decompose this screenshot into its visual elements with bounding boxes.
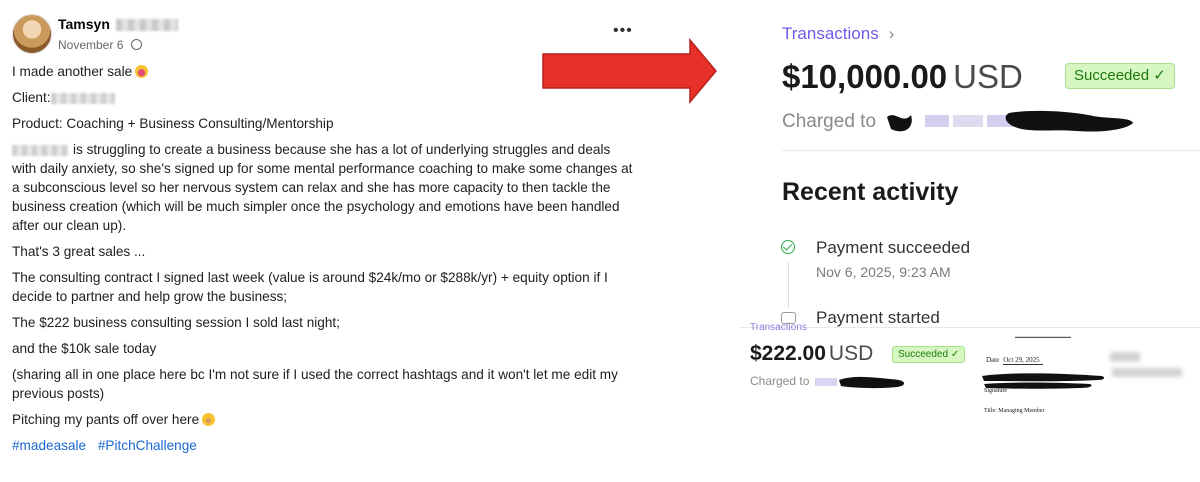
- author-name[interactable]: Tamsyn: [58, 16, 178, 32]
- post-line-sale3: and the $10k sale today: [12, 341, 157, 356]
- post-line-note: (sharing all in one place here bc I'm no…: [12, 367, 618, 401]
- transaction-amount-small: $222.00 USD: [750, 342, 874, 365]
- author-avatar[interactable]: [12, 14, 52, 54]
- post-line-sale1: The consulting contract I signed last we…: [12, 270, 608, 304]
- breadcrumb-transactions[interactable]: Transactions ›: [782, 24, 894, 44]
- post-line-summary: That's 3 great sales ...: [12, 244, 146, 259]
- redacted-surname: [115, 19, 178, 32]
- author-name-text[interactable]: Tamsyn: [58, 16, 110, 32]
- transaction-amount: $10,000.00 USD: [782, 58, 1023, 95]
- recent-activity-heading: Recent activity: [782, 178, 959, 206]
- red-arrow-icon: [542, 38, 717, 104]
- activity-item-label: Payment started: [816, 308, 940, 327]
- status-badge: Succeeded ✓: [1065, 63, 1175, 89]
- hashtags: #madeasale #PitchChallenge: [12, 436, 637, 455]
- currency-label-small: USD: [828, 342, 874, 365]
- blurred-text: [1112, 368, 1182, 377]
- redacted-customer-name: [887, 110, 1134, 132]
- post-body: I made another sale Client: Product: Coa…: [12, 62, 637, 462]
- currency-label: USD: [953, 58, 1023, 95]
- activity-item-time: Nov 6, 2025, 9:23 AM: [816, 264, 951, 280]
- redacted-signature: [982, 373, 1105, 389]
- star-eyes-emoji-icon: [135, 64, 149, 78]
- transaction-panel: Transactions › $10,000.00 USD Succeeded ✓ …: [760, 0, 1200, 330]
- blurred-text: [1110, 352, 1140, 362]
- charged-to-small: Charged to: [750, 374, 909, 390]
- transaction-panel-small: Transactions $222.00 USD Succeeded ✓ Char…: [740, 322, 1200, 482]
- hashtag-pitchchallenge[interactable]: #PitchChallenge: [98, 438, 197, 453]
- breadcrumb-transactions-small[interactable]: Transactions: [750, 322, 807, 333]
- status-badge-small: Succeeded ✓: [892, 346, 966, 363]
- document-signature-label: Signature: [984, 388, 1007, 394]
- check-circle-icon: [781, 240, 795, 254]
- document-title-line: Title: Managing Member: [984, 408, 1045, 414]
- post-meta: November 6: [58, 38, 142, 52]
- post-line-story: is struggling to create a business becau…: [12, 142, 633, 233]
- divider: [782, 150, 1200, 151]
- grimace-emoji-icon: [202, 412, 216, 426]
- activity-item-label: Payment succeeded: [816, 238, 971, 257]
- post-line-closing: Pitching my pants off over here: [12, 410, 637, 429]
- timeline-connector: [788, 262, 789, 308]
- redacted-customer-name-small: [814, 376, 904, 389]
- post-date[interactable]: November 6: [58, 38, 123, 52]
- redacted-client-name: [12, 144, 68, 156]
- redacted-client-name: [50, 92, 115, 104]
- hashtag-madeasale[interactable]: #madeasale: [12, 438, 86, 453]
- document-date-line: Date Oct 29, 2025: [986, 356, 1044, 365]
- chevron-right-icon: ›: [888, 24, 895, 43]
- globe-icon: [130, 39, 142, 51]
- post-line-product: Product: Coaching + Business Consulting/…: [12, 116, 334, 131]
- document-fine-print: ▬▬▬▬▬▬▬▬▬▬▬▬▬▬: [1015, 334, 1071, 339]
- charged-to: Charged to: [782, 107, 1141, 137]
- post-line-sale2: The $222 business consulting session I s…: [12, 315, 340, 330]
